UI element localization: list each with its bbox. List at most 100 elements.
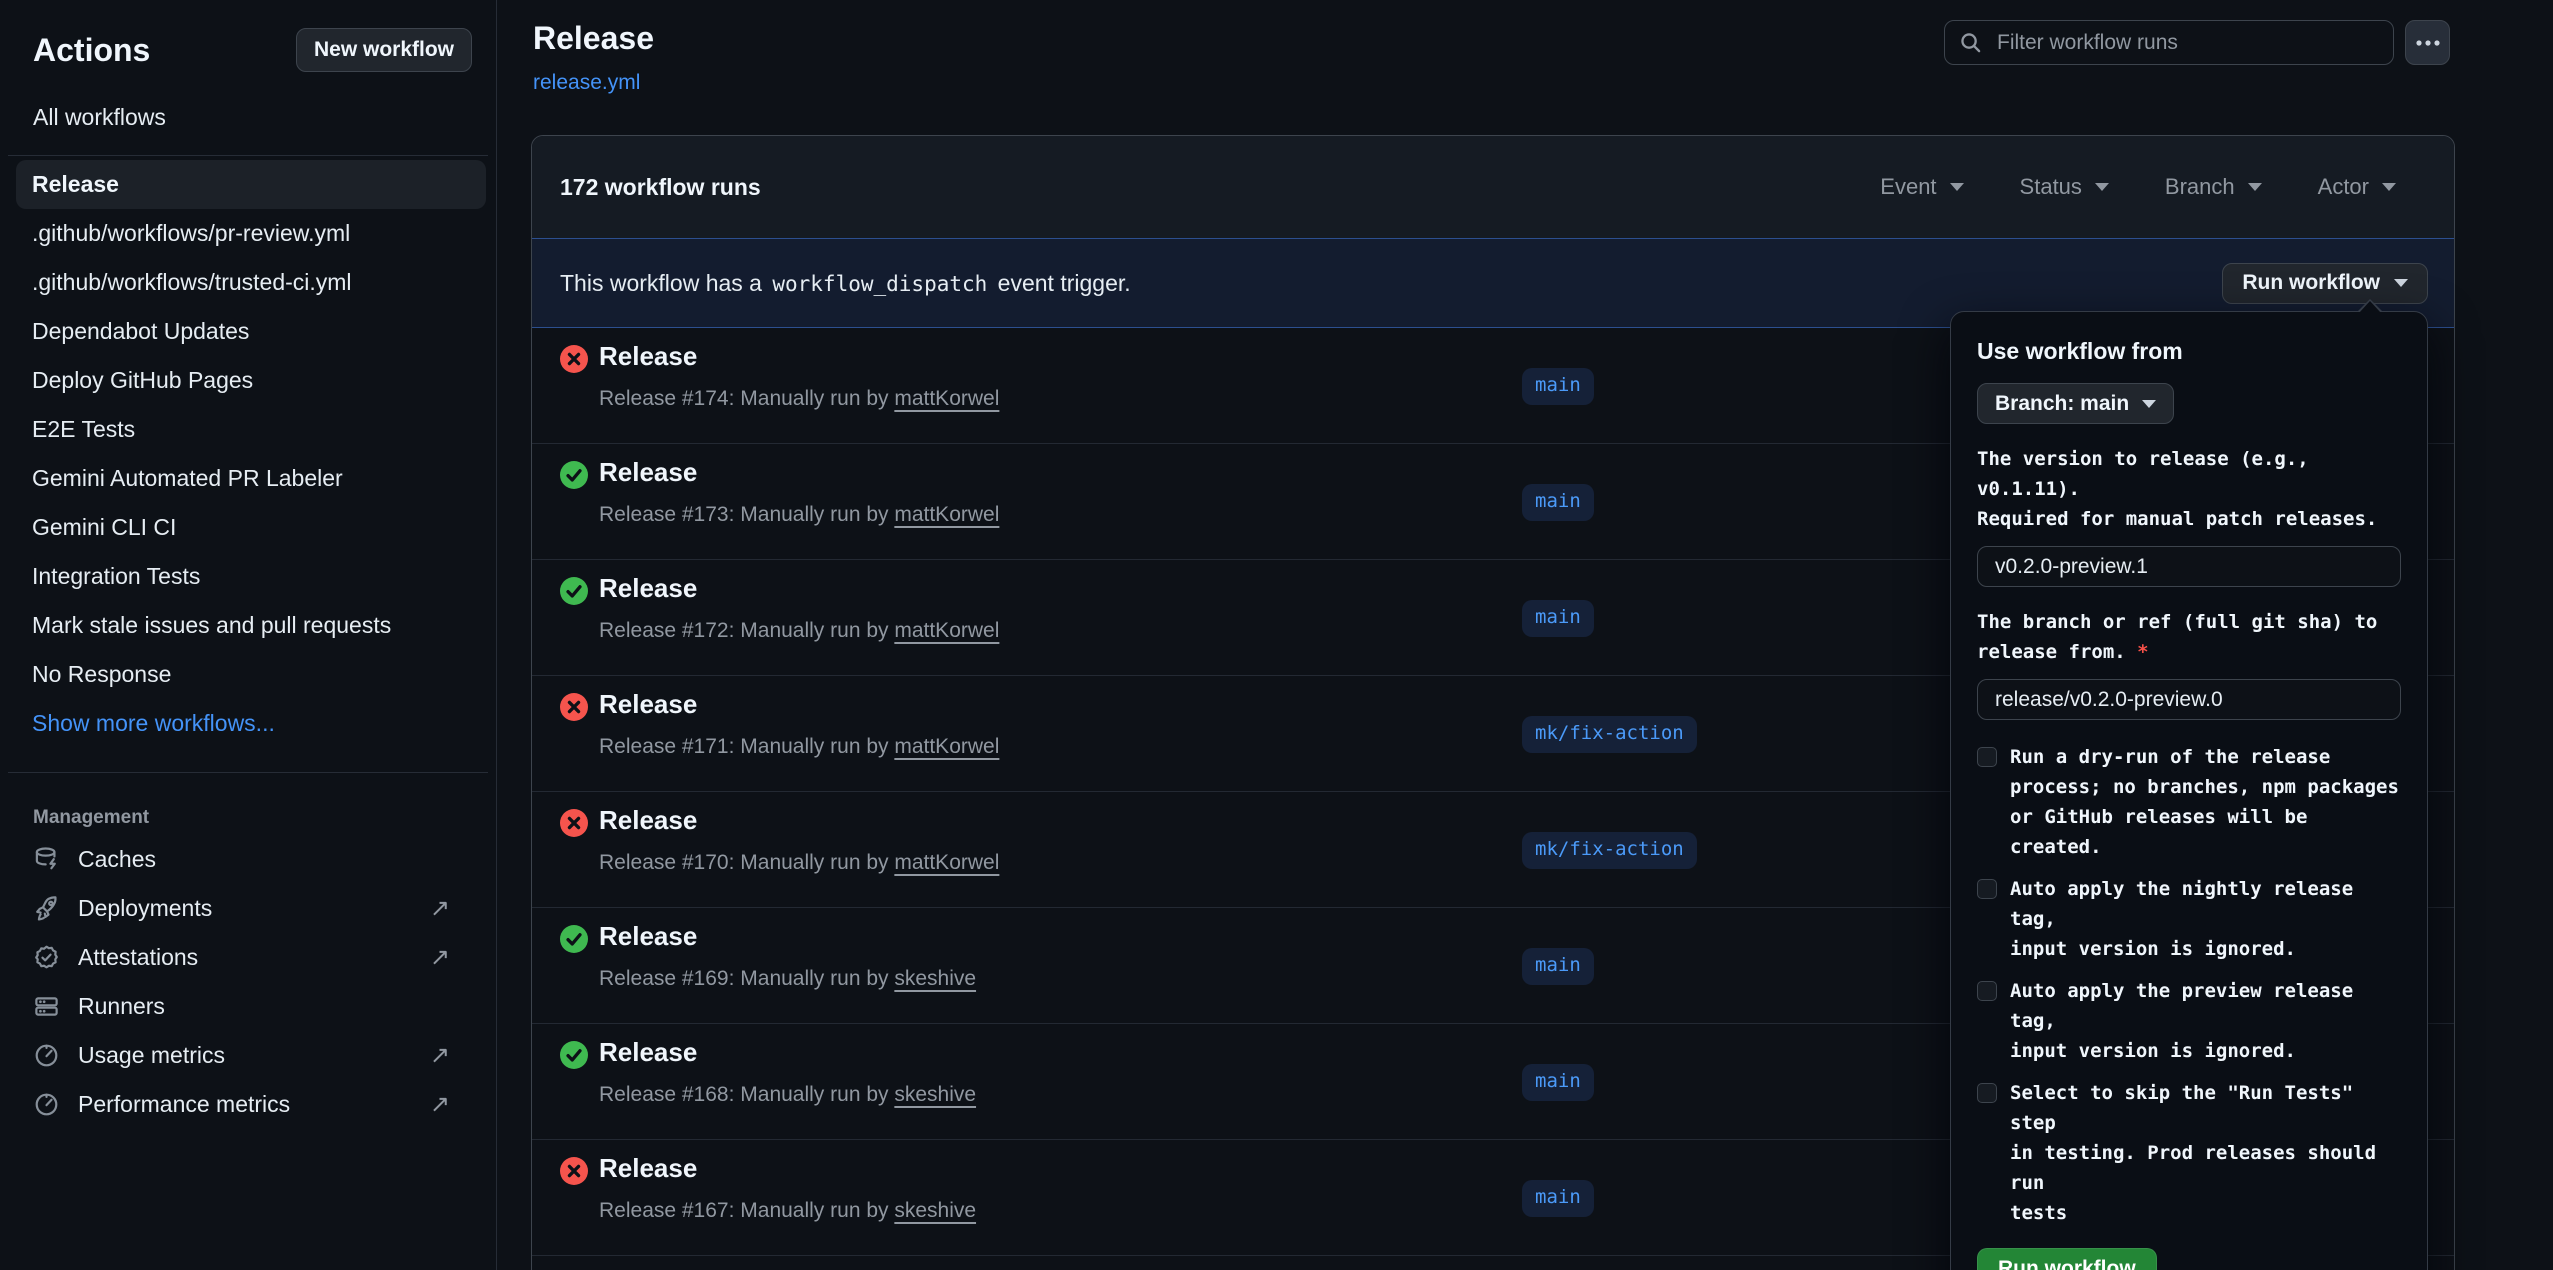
actor-link[interactable]: skeshive: [894, 1199, 976, 1222]
sidebar-workflow-item[interactable]: Dependabot Updates: [16, 307, 486, 356]
failure-x-icon: [560, 1157, 588, 1185]
sidebar-header: Actions New workflow: [0, 0, 496, 72]
management-item-performance-metrics[interactable]: Performance metrics↗: [0, 1080, 496, 1129]
runs-filters: Event Status Branch Actor: [1880, 174, 2396, 200]
sidebar-workflow-item[interactable]: Deploy GitHub Pages: [16, 356, 486, 405]
run-title-link[interactable]: Release: [599, 689, 697, 720]
panel-checkbox-list: Run a dry-run of the release process; no…: [1977, 742, 2401, 1228]
checkbox[interactable]: [1977, 879, 1997, 899]
run-workflow-dropdown-button[interactable]: Run workflow: [2222, 263, 2428, 304]
run-description: Release #174: Manually run by mattKorwel: [599, 387, 999, 411]
runners-icon: [33, 993, 60, 1020]
new-workflow-button[interactable]: New workflow: [296, 28, 472, 72]
actor-link[interactable]: skeshive: [894, 967, 976, 990]
management-item-attestations[interactable]: Attestations ↗: [0, 933, 496, 982]
actor-link[interactable]: mattKorwel: [894, 503, 999, 526]
ref-input-label: The branch or ref (full git sha) to rele…: [1977, 607, 2401, 667]
checkbox[interactable]: [1977, 747, 1997, 767]
page-title: Release: [533, 20, 654, 57]
checkbox-label: Auto apply the preview release tag, inpu…: [2010, 976, 2401, 1066]
management-item-label: Attestations: [78, 944, 198, 971]
attestation-icon: [33, 944, 60, 971]
management-item-usage-metrics[interactable]: Usage metrics↗: [0, 1031, 496, 1080]
management-item-caches[interactable]: Caches: [0, 835, 496, 884]
banner-text: This workflow has a workflow_dispatch ev…: [560, 270, 1131, 297]
sidebar-workflow-item[interactable]: E2E Tests: [16, 405, 486, 454]
sidebar-workflow-item[interactable]: No Response: [16, 650, 486, 699]
management-item-runners[interactable]: Runners: [0, 982, 496, 1031]
filter-workflow-runs-input[interactable]: [1944, 20, 2394, 65]
filter-box: [1944, 20, 2394, 65]
filter-dropdown-actor[interactable]: Actor: [2318, 174, 2396, 200]
branch-badge[interactable]: main: [1522, 1180, 1594, 1217]
actor-link[interactable]: mattKorwel: [894, 619, 999, 642]
management-section-label: Management: [33, 807, 496, 829]
actor-link[interactable]: mattKorwel: [894, 387, 999, 410]
run-title-link[interactable]: Release: [599, 1037, 697, 1068]
search-icon: [1959, 31, 1982, 54]
actor-link[interactable]: mattKorwel: [894, 735, 999, 758]
run-description: Release #170: Manually run by mattKorwel: [599, 851, 999, 875]
checkbox-label: Auto apply the nightly release tag, inpu…: [2010, 874, 2401, 964]
run-title-link[interactable]: Release: [599, 457, 697, 488]
external-link-icon: ↗: [430, 1041, 450, 1070]
branch-badge[interactable]: mk/fix-action: [1522, 832, 1697, 869]
branch-badge[interactable]: main: [1522, 1064, 1594, 1101]
branch-badge[interactable]: main: [1522, 484, 1594, 521]
filter-dropdown-status[interactable]: Status: [2020, 174, 2109, 200]
rocket-icon: [33, 895, 60, 922]
run-title-link[interactable]: Release: [599, 805, 697, 836]
filter-dropdown-branch[interactable]: Branch: [2165, 174, 2262, 200]
ref-input[interactable]: [1977, 679, 2401, 720]
filter-label: Actor: [2318, 174, 2369, 200]
branch-select-button[interactable]: Branch: main: [1977, 383, 2174, 424]
branch-badge[interactable]: main: [1522, 600, 1594, 637]
sidebar-workflow-item[interactable]: Gemini Automated PR Labeler: [16, 454, 486, 503]
external-link-icon: ↗: [430, 943, 450, 972]
checkbox[interactable]: [1977, 981, 1997, 1001]
actions-title: Actions: [33, 32, 150, 69]
branch-badge[interactable]: mk/fix-action: [1522, 716, 1697, 753]
chevron-down-icon: [2382, 183, 2396, 191]
sidebar-workflow-item[interactable]: .github/workflows/pr-review.yml: [16, 209, 486, 258]
external-link-icon: ↗: [430, 1090, 450, 1119]
sidebar-workflow-item[interactable]: Mark stale issues and pull requests: [16, 601, 486, 650]
run-workflow-submit-button[interactable]: Run workflow: [1977, 1248, 2157, 1270]
panel-checkbox-row: Run a dry-run of the release process; no…: [1977, 742, 2401, 862]
checkbox-label: Select to skip the "Run Tests" step in t…: [2010, 1078, 2401, 1228]
actor-link[interactable]: skeshive: [894, 1083, 976, 1106]
management-item-label: Caches: [78, 846, 156, 873]
runs-card-header: 172 workflow runs EventStatusBranchActor: [532, 136, 2454, 238]
run-title-link[interactable]: Release: [599, 921, 697, 952]
chevron-down-icon: [2095, 183, 2109, 191]
run-workflow-panel: Use workflow from Branch: main The versi…: [1950, 311, 2428, 1270]
run-title-link[interactable]: Release: [599, 341, 697, 372]
version-input[interactable]: [1977, 546, 2401, 587]
failure-x-icon: [560, 345, 588, 373]
show-more-workflows-link[interactable]: Show more workflows...: [16, 699, 486, 748]
sidebar-workflow-item[interactable]: Release: [16, 160, 486, 209]
workflow-options-kebab-button[interactable]: [2405, 20, 2450, 65]
sidebar-workflow-item[interactable]: Integration Tests: [16, 552, 486, 601]
checkbox-label: Run a dry-run of the release process; no…: [2010, 742, 2401, 862]
management-item-deployments[interactable]: Deployments↗: [0, 884, 496, 933]
workflow-file-link[interactable]: release.yml: [533, 71, 640, 95]
filter-dropdown-event[interactable]: Event: [1880, 174, 1963, 200]
checkbox[interactable]: [1977, 1083, 1997, 1103]
workflow-dispatch-code: workflow_dispatch: [768, 272, 991, 296]
management-item-label: Runners: [78, 993, 165, 1020]
required-asterisk: *: [2137, 641, 2148, 663]
sidebar-workflow-item[interactable]: .github/workflows/trusted-ci.yml: [16, 258, 486, 307]
run-title-link[interactable]: Release: [599, 1153, 697, 1184]
actor-link[interactable]: mattKorwel: [894, 851, 999, 874]
sidebar-workflow-item[interactable]: Gemini CLI CI: [16, 503, 486, 552]
branch-badge[interactable]: main: [1522, 368, 1594, 405]
success-check-icon: [560, 925, 588, 953]
sidebar-item-all-workflows[interactable]: All workflows: [33, 104, 496, 131]
run-description: Release #167: Manually run by skeshive: [599, 1199, 976, 1223]
branch-badge[interactable]: main: [1522, 948, 1594, 985]
run-title-link[interactable]: Release: [599, 573, 697, 604]
sidebar-divider: [8, 155, 488, 156]
kebab-icon: [2416, 40, 2440, 46]
management-item-label: Deployments: [78, 895, 212, 922]
